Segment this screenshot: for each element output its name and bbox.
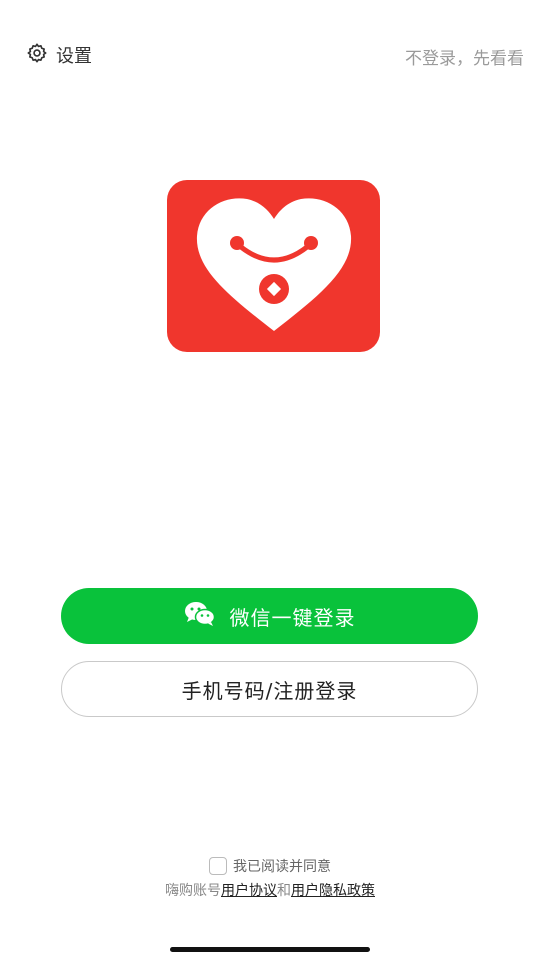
login-screen: 设置 不登录，先看看 微信一键登录 手机号码/注册登录 我已阅读并同意 嗨购账号… [0,0,540,960]
home-indicator [170,947,370,952]
privacy-policy-link[interactable]: 用户隐私政策 [291,883,375,899]
terms-prefix: 嗨购账号 [165,883,221,899]
user-agreement-link[interactable]: 用户协议 [221,883,277,899]
settings-button[interactable]: 设置 [26,42,92,68]
phone-login-label: 手机号码/注册登录 [181,678,358,703]
wechat-login-button[interactable]: 微信一键登录 [61,588,478,644]
agreement-text: 我已阅读并同意 [233,859,331,875]
settings-label: 设置 [56,46,92,67]
app-logo [167,180,380,352]
skip-login-link[interactable]: 不登录，先看看 [405,44,524,69]
terms-row: 嗨购账号用户协议和用户隐私政策 [0,880,540,900]
wechat-login-label: 微信一键登录 [229,605,356,630]
phone-login-button[interactable]: 手机号码/注册登录 [61,661,478,717]
heart-smile-logo-icon [196,198,351,331]
agreement-row: 我已阅读并同意 [0,856,540,876]
agreement-checkbox[interactable] [209,857,227,875]
wechat-icon [184,600,216,632]
terms-conjunction: 和 [277,883,291,899]
gear-icon [26,42,48,68]
